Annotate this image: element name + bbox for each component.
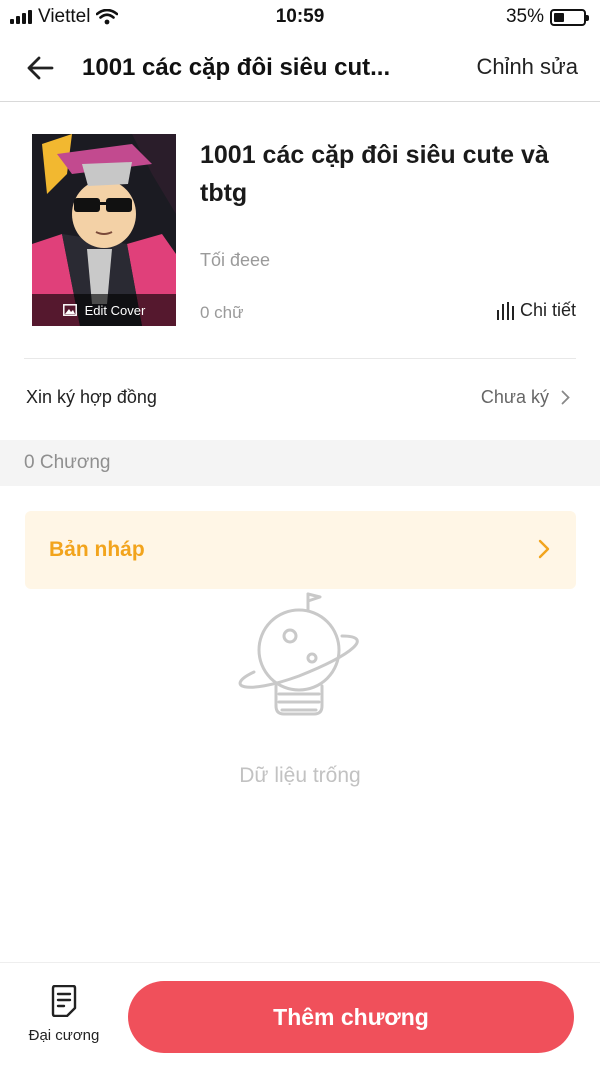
draft-label: Bản nháp [49, 538, 145, 561]
page-title: 1001 các cặp đôi siêu cut... [82, 54, 391, 81]
word-count: 0 chữ [200, 303, 244, 322]
outline-label: Đại cương [28, 1027, 100, 1044]
empty-lightbulb-icon [238, 592, 359, 716]
battery-icon [550, 8, 589, 26]
detail-button[interactable]: Chi tiết [496, 300, 576, 321]
back-button[interactable] [22, 50, 58, 86]
document-icon [51, 985, 77, 1017]
book-cover[interactable]: Edit Cover [32, 134, 176, 326]
battery-fill [554, 12, 564, 22]
book-title: 1001 các cặp đôi siêu cute và tbtg [200, 141, 549, 207]
contract-status-text: Chưa ký [480, 387, 549, 407]
status-right: 35% [505, 6, 589, 28]
battery-percent: 35% [505, 6, 544, 27]
edit-button[interactable]: Chỉnh sửa [476, 54, 578, 80]
book-description: Tối đeee [200, 250, 271, 270]
edit-cover-bar[interactable]: Edit Cover [32, 294, 176, 326]
chevron-right-icon [561, 390, 570, 405]
contract-label: Xin ký hợp đồng [26, 387, 157, 407]
chapter-count: 0 Chương [24, 452, 111, 473]
divider [24, 358, 576, 359]
image-icon [62, 304, 77, 316]
bar-chart-icon [496, 301, 514, 320]
outline-button[interactable]: Đại cương [18, 985, 110, 1051]
arrow-left-icon [27, 56, 54, 80]
status-bar: Viettel 10:59 35% [0, 0, 600, 36]
bottom-bar: Đại cương Thêm chương [0, 962, 600, 1067]
empty-state-text: Dữ liệu trống [239, 764, 361, 787]
top-nav: 1001 các cặp đôi siêu cut... Chỉnh sửa [0, 36, 600, 102]
contract-status: Chưa ký [481, 387, 570, 408]
chapter-section-header: 0 Chương [0, 440, 600, 486]
edit-cover-label: Edit Cover [84, 302, 146, 318]
draft-card[interactable]: Bản nháp [25, 511, 576, 589]
add-chapter-button[interactable]: Thêm chương [128, 981, 574, 1053]
detail-label: Chi tiết [519, 300, 576, 320]
contract-row[interactable]: Xin ký hợp đồng Chưa ký [0, 370, 600, 426]
chevron-right-icon [538, 539, 550, 559]
